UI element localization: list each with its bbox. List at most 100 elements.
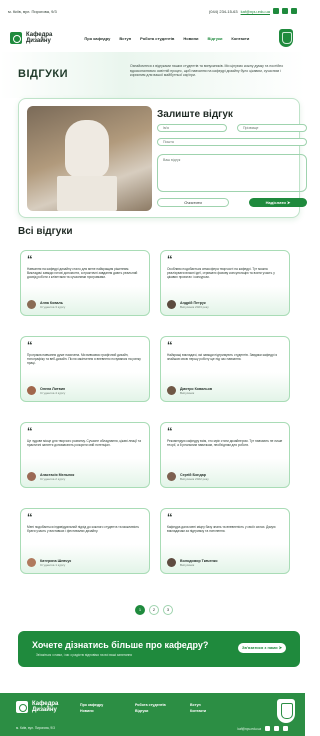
author-name: Катерина Шевчук — [40, 558, 72, 563]
footer-link-contacts[interactable]: Контакти — [190, 708, 206, 714]
footer-email[interactable]: kaf@npu.edu.ua — [238, 727, 261, 731]
review-card: “Це чудове місце для творчого розвитку. … — [20, 422, 150, 488]
avatar — [167, 300, 176, 309]
phone-text[interactable]: (044) 234-15-63 — [209, 9, 238, 14]
clear-button[interactable]: Очистити — [157, 198, 229, 207]
footer-bottom: м. Київ, вул. Пирогова, 9/3 kaf@npu.edu.… — [16, 726, 288, 731]
review-text: Кафедра дала мені міцну базу знань та вп… — [167, 525, 276, 534]
footer-logo-line2: Дизайну — [32, 707, 57, 713]
author-role: Випускник 2022 року — [180, 476, 209, 481]
review-text: Програма навчання дуже насичена. Ми вивч… — [27, 353, 141, 366]
review-text: Мені подобається індивідуальний підхід д… — [27, 525, 140, 534]
university-crest-icon — [279, 29, 293, 47]
quote-icon: “ — [167, 254, 173, 266]
statue-photo — [27, 106, 152, 211]
review-card: “Програма навчання дуже насичена. Ми вив… — [20, 336, 150, 402]
avatar — [27, 386, 36, 395]
review-author: Олена Литвин Студентка 4 курсу — [27, 386, 143, 395]
avatar — [167, 558, 176, 567]
nav-item-reviews[interactable]: Відгуки — [208, 36, 223, 41]
email-input[interactable]: Пошта — [157, 138, 307, 146]
surname-input[interactable]: Прізвище — [237, 124, 307, 132]
author-name: Сергій Бондар — [180, 472, 206, 477]
address-text: м. Київ, вул. Пирогова, 9/3 — [8, 8, 57, 14]
hero-section: ВІДГУКИ Ознайомтеся з відгуками наших ст… — [0, 52, 305, 98]
footer-logo-icon — [16, 701, 28, 713]
author-name: Андрій Петрук — [180, 300, 206, 305]
review-card: “Рекомендую кафедру всім, хто мріє стати… — [160, 422, 290, 488]
top-contacts: (044) 234-15-63 kaf@npu.edu.ua — [209, 8, 297, 14]
email-link[interactable]: kaf@npu.edu.ua — [241, 9, 270, 14]
review-card: “Навчання на кафедрі дизайну стало для м… — [20, 250, 150, 316]
footer-logo[interactable]: Кафедра Дизайну — [16, 701, 58, 713]
author-role: Випускник — [180, 562, 195, 567]
cta-text: Зв'яжіться з нами, і ми з радістю відпов… — [36, 653, 133, 657]
contact-button[interactable]: Зв'язатися з нами ➤ — [238, 643, 286, 653]
submit-button[interactable]: Надіслати ➤ — [249, 198, 307, 207]
telegram-icon[interactable] — [291, 8, 297, 14]
instagram-icon[interactable] — [273, 8, 279, 14]
author-name: Анна Коваль — [40, 300, 63, 305]
footer-instagram-icon[interactable] — [265, 726, 270, 731]
cta-title: Хочете дізнатись більше про кафедру? — [32, 640, 209, 650]
review-author: Анастасія Мельник Студентка 2 курсу — [27, 472, 143, 481]
nav-item-about[interactable]: Про кафедру — [84, 36, 110, 41]
nav-menu: Про кафедру Вступ Робота студентів Новин… — [84, 36, 249, 41]
review-text: Це чудове місце для творчого розвитку. С… — [27, 439, 141, 448]
author-name: Анастасія Мельник — [40, 472, 75, 477]
author-role: Випускник — [180, 390, 195, 395]
footer-link-reviews[interactable]: Відгуки — [135, 708, 166, 714]
avatar — [167, 472, 176, 481]
review-author: Володимир Ткаченко Випускник — [167, 558, 283, 567]
review-text: Найкращі викладачі, які завжди підтримую… — [167, 353, 278, 362]
author-name: Олена Литвин — [40, 386, 66, 391]
submit-label: Надіслати — [265, 200, 286, 205]
author-name: Дмитро Ковальов — [180, 386, 213, 391]
quote-icon: “ — [27, 512, 33, 524]
message-textarea[interactable]: Ваш відгук — [157, 154, 307, 192]
review-card: “Кафедра дала мені міцну базу знань та в… — [160, 508, 290, 574]
reviews-heading: Всі відгуки — [18, 226, 73, 237]
quote-icon: “ — [167, 426, 173, 438]
author-name: Володимир Ткаченко — [180, 558, 218, 563]
review-card: “Найкращі викладачі, які завжди підтриму… — [160, 336, 290, 402]
nav-item-news[interactable]: Новини — [183, 36, 198, 41]
logo[interactable]: Кафедра Дизайну — [10, 32, 52, 44]
author-role: Студентка 2 курсу — [40, 476, 66, 481]
page-1-button[interactable]: 1 — [135, 605, 145, 615]
nav-item-student-works[interactable]: Робота студентів — [140, 36, 174, 41]
nav-item-admission[interactable]: Вступ — [119, 36, 131, 41]
logo-icon — [10, 32, 22, 44]
form-title: Залиште відгук — [157, 109, 233, 120]
footer-col-2: Робота студентів Відгуки — [135, 702, 166, 714]
review-author: Сергій Бондар Випускник 2022 року — [167, 472, 283, 481]
page-3-button[interactable]: 3 — [163, 605, 173, 615]
review-text: Рекомендую кафедру всім, хто мріє стати … — [167, 439, 283, 448]
author-role: Студентка 3 курсу — [40, 304, 66, 309]
author-role: Випускник 2023 року — [180, 304, 209, 309]
pedestal-shape — [57, 176, 117, 211]
footer-facebook-icon[interactable] — [274, 726, 279, 731]
review-author: Анна Коваль Студентка 3 курсу — [27, 300, 143, 309]
footer: Кафедра Дизайну Про кафедру Новини Робот… — [0, 693, 305, 736]
nav-item-contacts[interactable]: Контакти — [231, 36, 249, 41]
name-input[interactable]: Ім'я — [157, 124, 227, 132]
avatar — [27, 558, 36, 567]
footer-crest-icon — [277, 699, 295, 723]
avatar — [27, 472, 36, 481]
avatar — [27, 300, 36, 309]
author-role: Студентка 4 курсу — [40, 390, 66, 395]
top-bar: м. Київ, вул. Пирогова, 9/3 (044) 234-15… — [0, 0, 305, 22]
pagination: 1 2 3 — [135, 605, 173, 615]
footer-col-1: Про кафедру Новини — [80, 702, 103, 714]
footer-link-news[interactable]: Новини — [80, 708, 103, 714]
footer-telegram-icon[interactable] — [283, 726, 288, 731]
cta-banner: Хочете дізнатись більше про кафедру? Зв'… — [18, 631, 300, 667]
page-2-button[interactable]: 2 — [149, 605, 159, 615]
quote-icon: “ — [167, 512, 173, 524]
logo-line2: Дизайну — [26, 38, 51, 44]
contact-button-label: Зв'язатися з нами — [241, 645, 278, 650]
facebook-icon[interactable] — [282, 8, 288, 14]
review-card: “Мені подобається індивідуальний підхід … — [20, 508, 150, 574]
quote-icon: “ — [27, 340, 33, 352]
